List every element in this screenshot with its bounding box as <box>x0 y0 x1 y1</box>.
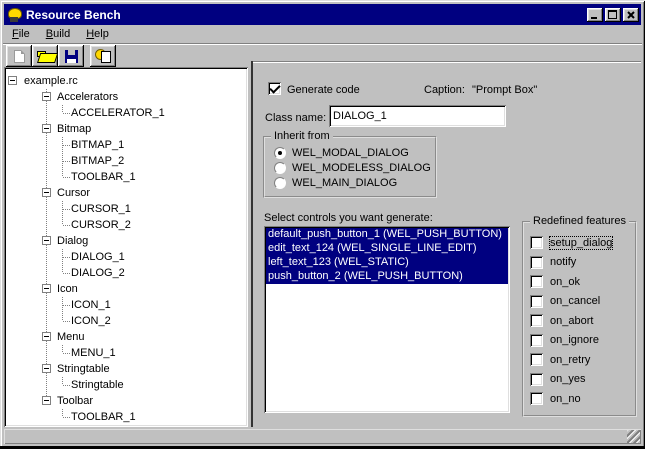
radio-selected-icon[interactable] <box>274 147 286 159</box>
menu-help[interactable]: Help <box>78 26 117 43</box>
close-icon <box>627 11 635 19</box>
tree-collapse-icon[interactable] <box>42 188 51 197</box>
tree-collapse-icon[interactable] <box>42 92 51 101</box>
menu-build[interactable]: Build <box>38 26 78 43</box>
checkbox-icon[interactable] <box>530 353 543 366</box>
tree-node-dialog-2[interactable]: DIALOG_2 <box>6 265 246 281</box>
maximize-icon <box>608 10 617 19</box>
tree-node-icon-2[interactable]: ICON_2 <box>6 313 246 329</box>
save-icon <box>65 50 78 63</box>
tree-node-toolbar[interactable]: Toolbar <box>6 393 246 409</box>
feature-on-ignore[interactable]: on_ignore <box>530 334 612 347</box>
maximize-button[interactable] <box>605 8 621 22</box>
panel-splitter[interactable] <box>251 61 253 427</box>
open-folder-icon <box>37 50 54 62</box>
list-item-default-push-button-1[interactable]: default_push_button_1 (WEL_PUSH_BUTTON) <box>266 228 508 242</box>
feature-on-cancel[interactable]: on_cancel <box>530 295 612 308</box>
checkbox-icon[interactable] <box>530 295 543 308</box>
generate-button[interactable] <box>90 45 116 67</box>
generate-code-icon <box>95 49 112 63</box>
feature-on-ok[interactable]: on_ok <box>530 275 612 288</box>
tree-collapse-icon[interactable] <box>8 76 17 85</box>
tree-node-toolbar-1[interactable]: TOOLBAR_1 <box>6 409 246 425</box>
minimize-button[interactable] <box>587 8 603 22</box>
tree-node-bitmap-1[interactable]: BITMAP_1 <box>6 137 246 153</box>
list-item-left-text-123[interactable]: left_text_123 (WEL_STATIC) <box>266 256 508 270</box>
status-bar <box>4 429 641 444</box>
open-file-button[interactable] <box>32 45 58 67</box>
checkbox-icon[interactable] <box>530 373 543 386</box>
tree-collapse-icon[interactable] <box>42 364 51 373</box>
tree-node-menu[interactable]: Menu <box>6 329 246 345</box>
menu-bar: File Build Help <box>4 26 117 43</box>
title-bar: Resource Bench <box>4 4 641 25</box>
caption-value: "Prompt Box" <box>472 84 537 96</box>
feature-on-yes[interactable]: on_yes <box>530 373 612 386</box>
tree-node-accelerator-1[interactable]: ACCELERATOR_1 <box>6 105 246 121</box>
panel-top-ridge <box>253 61 641 63</box>
resource-tree: example.rc Accelerators ACCELERATOR_1 Bi… <box>4 67 248 427</box>
tree-node-icon[interactable]: Icon <box>6 281 246 297</box>
new-document-icon <box>14 50 25 63</box>
generate-code-label: Generate code <box>287 84 360 96</box>
window-title: Resource Bench <box>26 8 585 22</box>
radio-wel-main-dialog[interactable]: WEL_MAIN_DIALOG <box>274 176 397 190</box>
feature-setup-dialog[interactable]: setup_dialog <box>530 236 612 249</box>
tree-node-cursor-1[interactable]: CURSOR_1 <box>6 201 246 217</box>
tree-node-cursor-2[interactable]: CURSOR_2 <box>6 217 246 233</box>
resize-grip[interactable] <box>627 430 640 443</box>
checkbox-icon[interactable] <box>530 236 543 249</box>
checkbox-icon[interactable] <box>530 334 543 347</box>
tree-collapse-icon[interactable] <box>42 396 51 405</box>
resource-bench-window: Resource Bench File Build Help example.r… <box>0 0 645 449</box>
list-item-push-button-2[interactable]: push_button_2 (WEL_PUSH_BUTTON) <box>266 270 508 284</box>
redefined-features-title: Redefined features <box>530 215 629 227</box>
feature-on-retry[interactable]: on_retry <box>530 353 612 366</box>
radio-icon[interactable] <box>274 162 286 174</box>
tree-node-bitmap-2[interactable]: BITMAP_2 <box>6 153 246 169</box>
radio-wel-modal-dialog[interactable]: WEL_MODAL_DIALOG <box>274 146 409 160</box>
tree-node-menu-1[interactable]: MENU_1 <box>6 345 246 361</box>
tree-node-stringtable[interactable]: Stringtable <box>6 361 246 377</box>
checkbox-icon[interactable] <box>530 392 543 405</box>
checkbox-icon[interactable] <box>530 314 543 327</box>
menu-file[interactable]: File <box>4 26 38 43</box>
class-name-input[interactable] <box>329 105 506 127</box>
checkbox-icon[interactable] <box>530 256 543 269</box>
tree-node-dialog[interactable]: Dialog <box>6 233 246 249</box>
tree-node-stringtable-child[interactable]: Stringtable <box>6 377 246 393</box>
tree-collapse-icon[interactable] <box>42 236 51 245</box>
tree-collapse-icon[interactable] <box>42 124 51 133</box>
list-item-edit-text-124[interactable]: edit_text_124 (WEL_SINGLE_LINE_EDIT) <box>266 242 508 256</box>
resource-bench-app-icon[interactable] <box>6 7 22 23</box>
class-name-label: Class name: <box>265 112 326 124</box>
tree-node-cursor[interactable]: Cursor <box>6 185 246 201</box>
tree-node-toolbar-1-bitmap[interactable]: TOOLBAR_1 <box>6 169 246 185</box>
controls-listbox[interactable]: default_push_button_1 (WEL_PUSH_BUTTON) … <box>264 226 510 413</box>
save-button[interactable] <box>58 45 84 67</box>
close-button[interactable] <box>623 8 639 22</box>
tree-node-example-rc[interactable]: example.rc <box>6 73 246 89</box>
generate-code-checkbox[interactable] <box>268 82 281 95</box>
redefined-features-group: Redefined features setup_dialog notify o… <box>522 221 637 417</box>
inherit-from-title: Inherit from <box>271 130 333 142</box>
feature-notify[interactable]: notify <box>530 256 612 269</box>
tree-node-dialog-1[interactable]: DIALOG_1 <box>6 249 246 265</box>
tree-node-bitmap[interactable]: Bitmap <box>6 121 246 137</box>
tree-node-accelerators[interactable]: Accelerators <box>6 89 246 105</box>
caption-label: Caption: <box>424 84 465 96</box>
select-controls-label: Select controls you want generate: <box>264 212 433 224</box>
feature-on-no[interactable]: on_no <box>530 392 612 405</box>
new-file-button[interactable] <box>6 45 32 67</box>
radio-wel-modeless-dialog[interactable]: WEL_MODELESS_DIALOG <box>274 161 431 175</box>
feature-on-abort[interactable]: on_abort <box>530 314 612 327</box>
checkbox-icon[interactable] <box>530 275 543 288</box>
tree-node-icon-1[interactable]: ICON_1 <box>6 297 246 313</box>
tree-collapse-icon[interactable] <box>42 332 51 341</box>
inherit-from-group: Inherit from WEL_MODAL_DIALOG WEL_MODELE… <box>263 136 437 198</box>
tree-collapse-icon[interactable] <box>42 284 51 293</box>
radio-icon[interactable] <box>274 177 286 189</box>
minimize-icon <box>591 17 597 19</box>
